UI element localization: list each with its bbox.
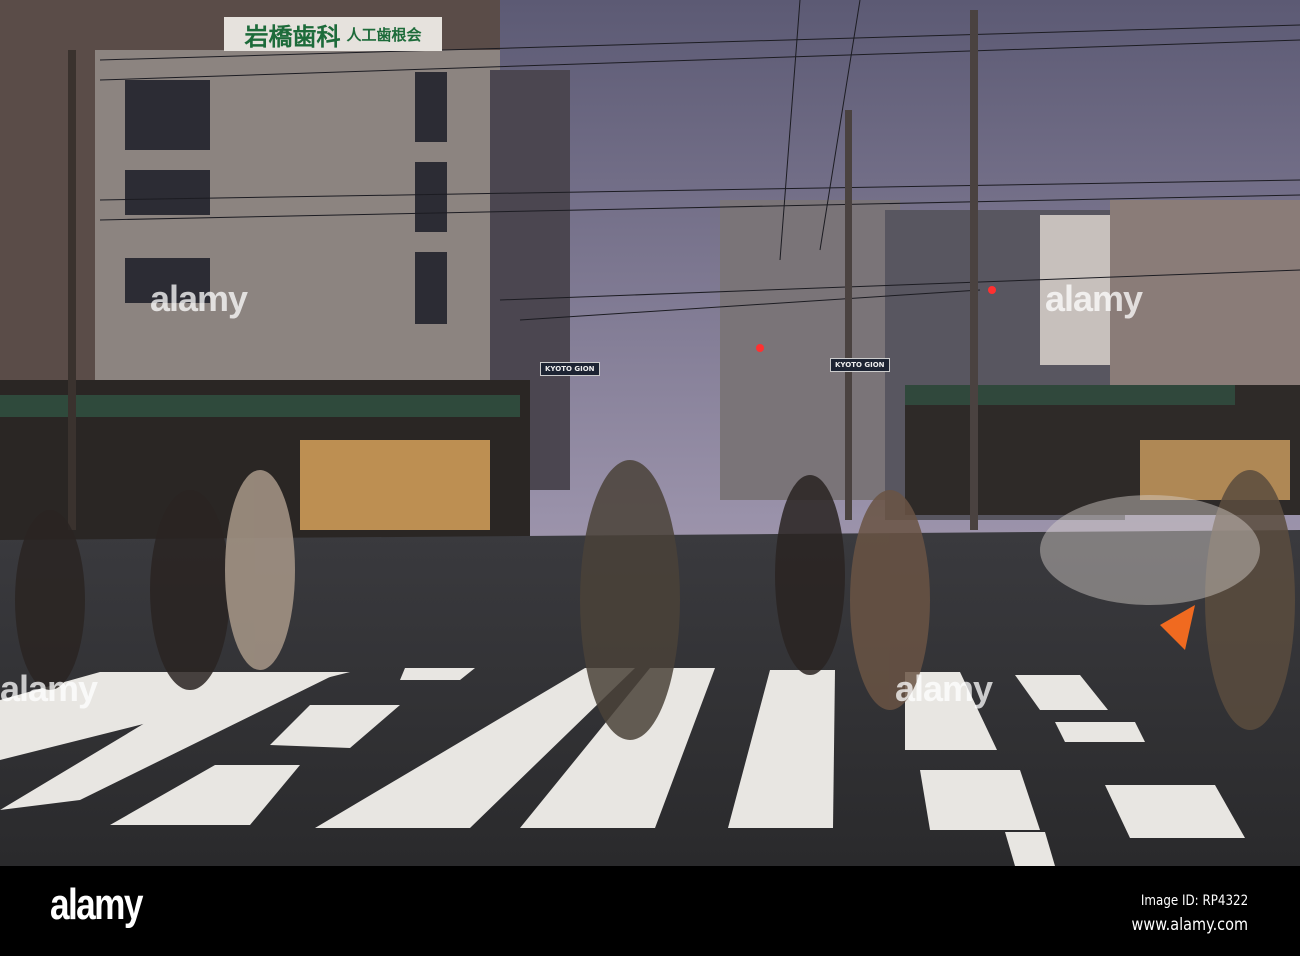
utility-pole: [970, 10, 978, 530]
street-photo: [0, 0, 1300, 866]
watermark: alamy: [895, 668, 993, 709]
steam: [1040, 495, 1260, 605]
street-sign-kyoto-gion: KYOTO GION: [540, 362, 600, 376]
alamy-logo: alamy: [50, 880, 143, 929]
photo-frame: 岩橋歯科 人工歯根会 KYOTO GION KYOTO GION alamy a…: [0, 0, 1300, 956]
watermark: alamy: [0, 668, 98, 709]
sign-sub-text: 人工歯根会: [346, 25, 422, 44]
watermark: alamy: [1045, 278, 1143, 319]
site-url: www.alamy.com: [1131, 915, 1248, 935]
dental-clinic-sign: 岩橋歯科 人工歯根会: [224, 17, 442, 51]
watermark: alamy: [150, 278, 248, 319]
traffic-light-red: [756, 344, 764, 352]
image-id: Image ID: RP4322: [1140, 893, 1248, 909]
sign-main-text: 岩橋歯科: [244, 22, 341, 51]
footer-bar: alamy Image ID: RP4322 www.alamy.com: [0, 866, 1300, 956]
building-right: [720, 200, 900, 500]
street-sign-kyoto-gion-2: KYOTO GION: [830, 358, 890, 372]
